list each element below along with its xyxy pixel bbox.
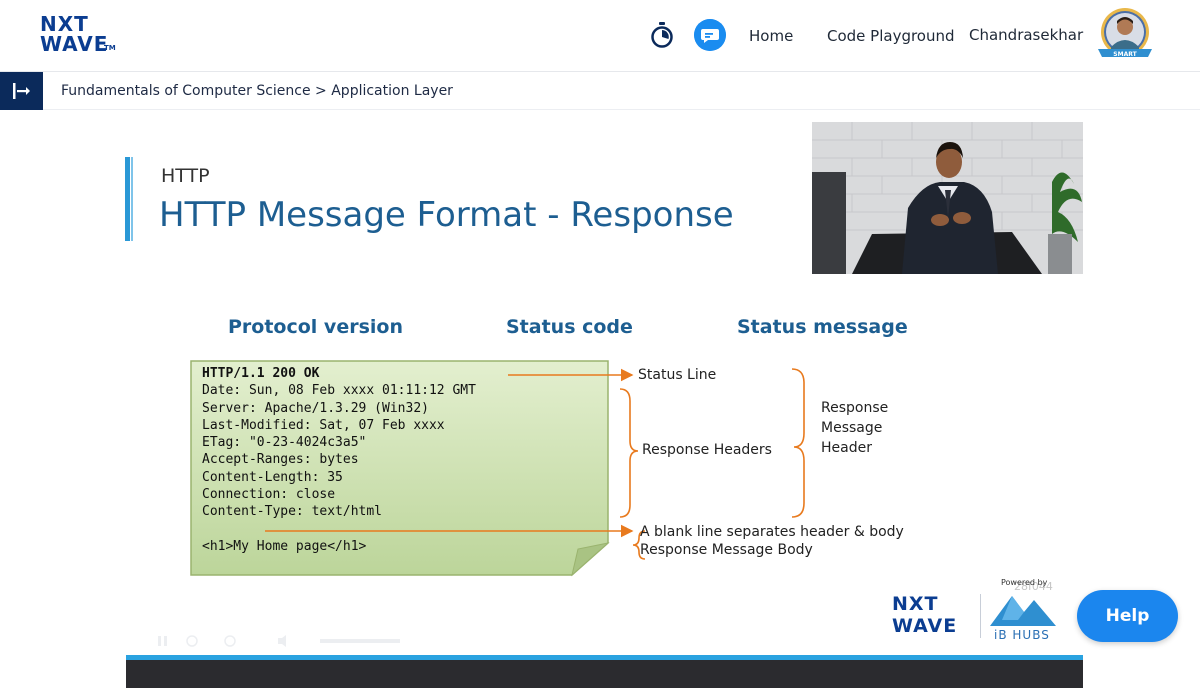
- breadcrumb-bar: Fundamentals of Computer Science > Appli…: [0, 72, 1200, 110]
- slide-subtitle: HTTP: [161, 165, 210, 187]
- http-response-code: HTTP/1.1 200 OK Date: Sun, 08 Feb xxxx 0…: [202, 365, 476, 555]
- code-line: Server: Apache/1.3.29 (Win32): [202, 400, 429, 416]
- forward-icon: [224, 635, 236, 647]
- avatar-badge-text: SMART: [1113, 51, 1137, 58]
- code-line: Content-Length: 35: [202, 469, 343, 485]
- title-accent-bar: [125, 157, 130, 241]
- breadcrumb-separator: >: [310, 83, 332, 99]
- code-line: <h1>My Home page</h1>: [202, 538, 367, 554]
- expand-sidebar-icon: [13, 83, 30, 99]
- powered-by-label: Powered by: [1001, 578, 1048, 587]
- video-control-strip: [126, 660, 1083, 688]
- logo-line1: NXT: [40, 12, 89, 36]
- code-line: HTTP/1.1 200 OK: [202, 366, 320, 381]
- blank-line-label: A blank line separates header & body: [640, 524, 904, 540]
- avatar[interactable]: SMART: [1094, 7, 1156, 63]
- response-headers-brace: [619, 388, 639, 518]
- breadcrumb-topic[interactable]: Application Layer: [331, 83, 453, 99]
- message-body-label: Response Message Body: [640, 542, 813, 558]
- rewind-icon: [186, 635, 198, 647]
- nav-code-playground-link[interactable]: Code Playground: [827, 26, 955, 46]
- stopwatch-icon[interactable]: [650, 22, 674, 48]
- top-navbar: NXT WAVE TM Home Code Playground Chandra…: [0, 0, 1200, 72]
- response-message-header-label: Response Message Header: [821, 398, 888, 458]
- logo-tm: TM: [104, 44, 116, 52]
- nxtwave-watermark-line1: NXT: [892, 593, 939, 615]
- code-line-blank: ​: [202, 521, 476, 538]
- status-message-heading: Status message: [737, 316, 908, 338]
- nxtwave-logo[interactable]: NXT WAVE TM: [40, 14, 120, 58]
- code-line: Content-Type: text/html: [202, 504, 383, 520]
- title-accent-bar-light: [131, 157, 133, 241]
- nxtwave-watermark-line2: WAVE: [892, 615, 958, 637]
- code-line: Accept-Ranges: bytes: [202, 452, 359, 468]
- label-line: Response: [821, 400, 889, 416]
- ibhubs-logo-icon: [990, 596, 1056, 626]
- branding-divider: [980, 594, 981, 638]
- pause-icon: [158, 636, 161, 646]
- code-line: Connection: close: [202, 487, 336, 503]
- instructor-webcam: [812, 122, 1083, 274]
- logo-line2: WAVE: [40, 32, 109, 56]
- response-message-header-brace: [791, 368, 805, 518]
- status-line-label: Status Line: [638, 367, 717, 383]
- player-controls[interactable]: [150, 634, 450, 648]
- ibhubs-label: iB HUBS: [994, 628, 1050, 642]
- breadcrumb: Fundamentals of Computer Science > Appli…: [61, 82, 453, 100]
- code-line: Last-Modified: Sat, 07 Feb xxxx: [202, 417, 445, 433]
- label-line: Message: [821, 420, 883, 436]
- sidebar-toggle-button[interactable]: [0, 72, 43, 110]
- breadcrumb-course[interactable]: Fundamentals of Computer Science: [61, 83, 311, 99]
- code-line: ETag: "0-23-4024c3a5": [202, 435, 367, 451]
- help-button[interactable]: Help: [1077, 590, 1178, 642]
- slide-title: HTTP Message Format - Response: [159, 195, 734, 235]
- protocol-version-heading: Protocol version: [228, 316, 403, 338]
- status-code-heading: Status code: [506, 316, 633, 338]
- response-headers-label: Response Headers: [642, 442, 772, 458]
- volume-icon: [278, 635, 286, 647]
- nav-home-link[interactable]: Home: [749, 26, 793, 46]
- label-line: Header: [821, 440, 872, 456]
- chat-bubble-icon[interactable]: [694, 19, 726, 51]
- code-line: Date: Sun, 08 Feb xxxx 01:11:12 GMT: [202, 383, 476, 399]
- user-name[interactable]: Chandrasekhar: [969, 25, 1083, 45]
